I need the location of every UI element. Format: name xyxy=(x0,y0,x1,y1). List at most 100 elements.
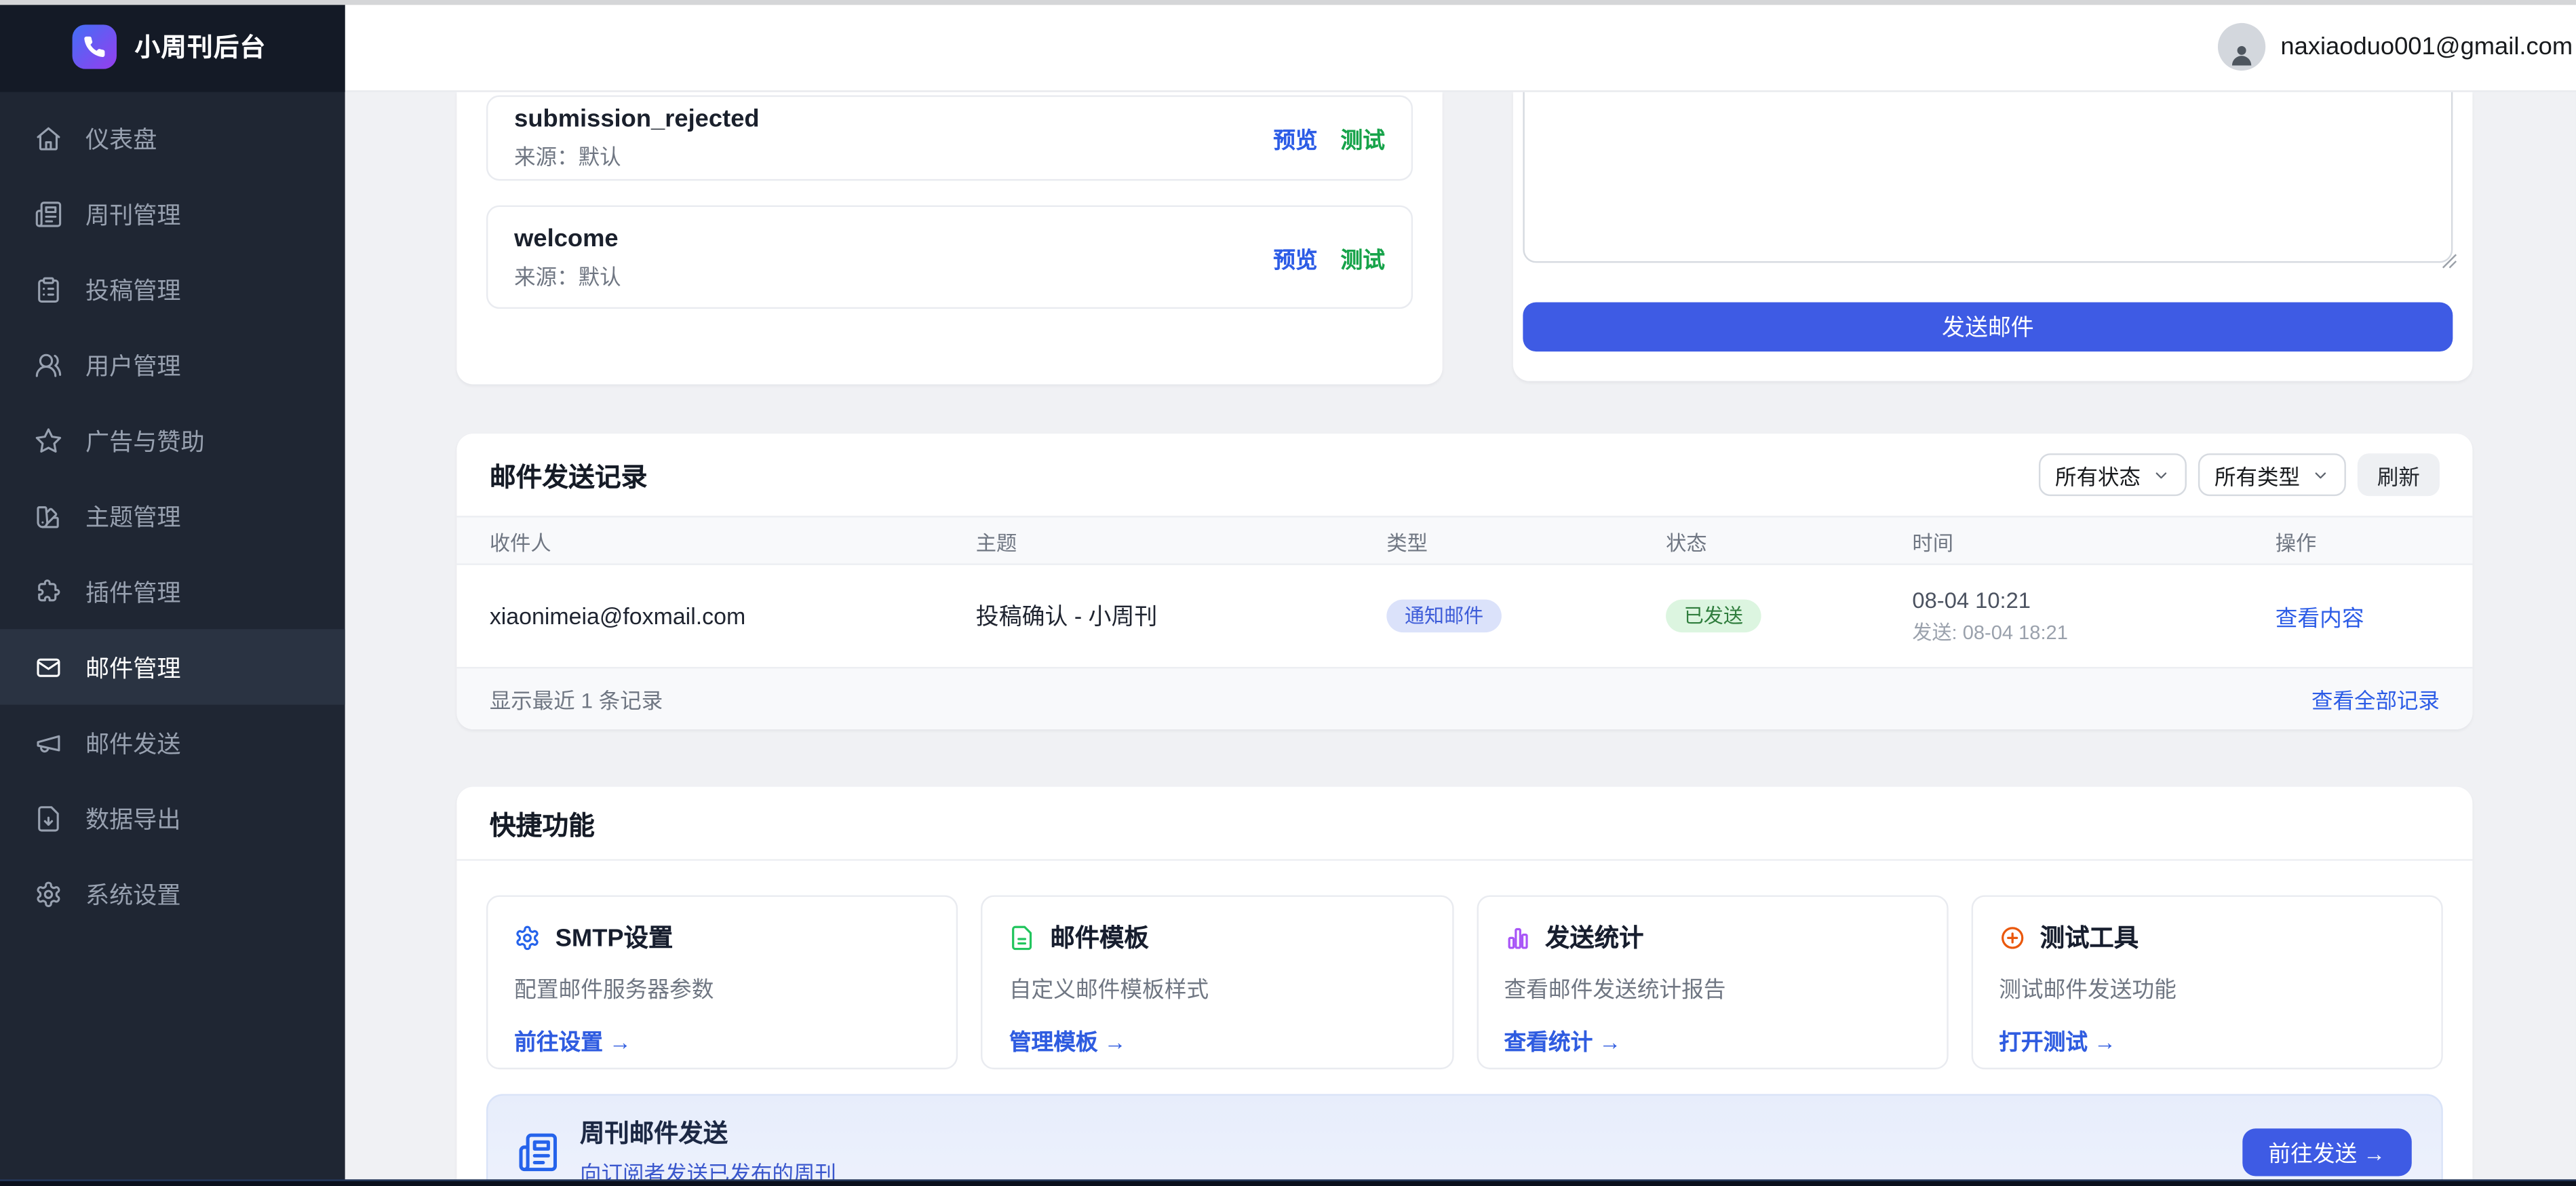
gear-icon xyxy=(514,924,541,951)
email-content-textarea[interactable] xyxy=(1523,92,2453,263)
quick-action-cards: SMTP设置 配置邮件服务器参数 前往设置 → 邮件模板 自定义邮件模板样式 管… xyxy=(486,895,2443,1069)
status-filter-select[interactable]: 所有状态 xyxy=(2039,453,2187,496)
clipboard-icon xyxy=(35,275,62,303)
template-card: submission_rejected 来源：默认 预览 测试 xyxy=(486,95,1413,180)
user-menu[interactable]: naxiaoduo001@gmail.com xyxy=(2218,0,2573,92)
sidebar-item-label: 数据导出 xyxy=(85,801,180,835)
quick-actions-header: 快捷功能 xyxy=(456,787,2472,861)
user-icon xyxy=(35,351,62,379)
type-badge: 通知邮件 xyxy=(1386,600,1502,632)
sidebar-item-weekly[interactable]: 周刊管理 xyxy=(0,176,345,251)
card-heading: 邮件模板 xyxy=(1009,920,1425,955)
resize-handle-icon[interactable] xyxy=(2441,248,2457,278)
view-all-records-link[interactable]: 查看全部记录 xyxy=(2311,683,2440,714)
mail-icon xyxy=(35,653,62,681)
avatar xyxy=(2218,22,2265,70)
template-source: 来源：默认 xyxy=(514,259,621,290)
table-header-row: 收件人 主题 类型 状态 时间 操作 xyxy=(456,516,2472,565)
template-test-link[interactable]: 测试 xyxy=(1341,241,1385,273)
type-filter-select[interactable]: 所有类型 xyxy=(2198,453,2346,496)
column-header: 状态 xyxy=(1666,525,1912,556)
weekly-send-banner: 周刊邮件发送 向订阅者发送已发布的周刊 前往发送 → xyxy=(486,1094,2443,1186)
sidebar-item-ads[interactable]: 广告与赞助 xyxy=(0,402,345,478)
card-heading: SMTP设置 xyxy=(514,920,930,955)
sidebar-item-label: 主题管理 xyxy=(85,499,180,533)
open-test-link[interactable]: 打开测试 → xyxy=(1999,1023,2116,1056)
card-heading: 发送统计 xyxy=(1504,920,1920,955)
column-header: 操作 xyxy=(2276,525,2473,556)
view-stats-link[interactable]: 查看统计 → xyxy=(1504,1023,1622,1056)
cell-recipient: xiaonimeia@foxmail.com xyxy=(490,603,976,630)
home-icon xyxy=(35,124,62,152)
manage-templates-link[interactable]: 管理模板 → xyxy=(1009,1023,1127,1056)
email-log-panel: 邮件发送记录 所有状态 所有类型 刷新 收件人 主题 类型 状态 xyxy=(456,434,2472,729)
newspaper-icon xyxy=(35,199,62,227)
sidebar-item-mail-send[interactable]: 邮件发送 xyxy=(0,705,345,780)
card-description: 查看邮件发送统计报告 xyxy=(1504,971,1920,1003)
card-description: 自定义邮件模板样式 xyxy=(1009,971,1425,1003)
template-source: 来源：默认 xyxy=(514,140,759,171)
puzzle-icon xyxy=(35,577,62,605)
sidebar-nav: 仪表盘 周刊管理 投稿管理 用户管理 广告与赞助 主题管理 xyxy=(0,92,345,932)
sidebar-item-label: 邮件发送 xyxy=(85,725,180,760)
email-log-title: 邮件发送记录 xyxy=(490,455,648,495)
view-content-link[interactable]: 查看内容 xyxy=(2276,600,2473,632)
sidebar-item-label: 投稿管理 xyxy=(85,272,180,307)
swatch-book-icon xyxy=(35,502,62,530)
template-preview-link[interactable]: 预览 xyxy=(1273,121,1317,154)
brand: 小周刊后台 xyxy=(0,0,345,92)
cell-subject: 投稿确认 - 小周刊 xyxy=(976,600,1387,632)
sidebar-item-data-export[interactable]: 数据导出 xyxy=(0,780,345,856)
window-top-edge xyxy=(0,0,2576,5)
app-title: 小周刊后台 xyxy=(135,28,267,64)
column-header: 类型 xyxy=(1386,525,1666,556)
time-detail: 发送: 08-04 18:21 xyxy=(1912,617,2275,645)
smtp-settings-link[interactable]: 前往设置 → xyxy=(514,1023,631,1056)
template-actions: 预览 测试 xyxy=(1273,121,1385,154)
user-email: naxiaoduo001@gmail.com xyxy=(2280,32,2573,60)
card-title: 发送统计 xyxy=(1545,920,1643,955)
megaphone-icon xyxy=(35,729,62,757)
template-test-link[interactable]: 测试 xyxy=(1341,121,1385,154)
app-logo xyxy=(73,24,117,68)
email-log-header: 邮件发送记录 所有状态 所有类型 刷新 xyxy=(456,434,2472,516)
sidebar-item-settings[interactable]: 系统设置 xyxy=(0,856,345,931)
refresh-button[interactable]: 刷新 xyxy=(2358,453,2440,496)
file-down-icon xyxy=(35,804,62,832)
sidebar-item-label: 插件管理 xyxy=(85,574,180,609)
time-main: 08-04 10:21 xyxy=(1912,588,2275,612)
email-log-footer: 显示最近 1 条记录 查看全部记录 xyxy=(456,667,2472,729)
email-templates-panel: submission_rejected 来源：默认 预览 测试 welcome … xyxy=(456,92,1442,385)
sidebar-item-mail-management[interactable]: 邮件管理 xyxy=(0,629,345,704)
app-window: 小周刊后台 仪表盘 周刊管理 投稿管理 用户管理 广告与赞助 xyxy=(0,0,2576,1186)
send-email-button[interactable]: 发送邮件 xyxy=(1523,302,2453,351)
quick-actions-title: 快捷功能 xyxy=(490,803,595,843)
sidebar-item-label: 仪表盘 xyxy=(85,121,157,155)
sidebar-item-themes[interactable]: 主题管理 xyxy=(0,478,345,554)
template-preview-link[interactable]: 预览 xyxy=(1273,241,1317,273)
table-row: xiaonimeia@foxmail.com 投稿确认 - 小周刊 通知邮件 已… xyxy=(456,565,2472,667)
gear-icon xyxy=(35,879,62,907)
card-description: 配置邮件服务器参数 xyxy=(514,971,930,1003)
plus-circle-icon xyxy=(1999,924,2025,951)
card-title: 测试工具 xyxy=(2040,920,2139,955)
banner-title: 周刊邮件发送 xyxy=(580,1115,836,1150)
quick-actions-panel: 快捷功能 SMTP设置 配置邮件服务器参数 前往设置 → 邮件模板 自 xyxy=(456,787,2472,1186)
file-text-icon xyxy=(1009,924,1036,951)
go-send-button[interactable]: 前往发送 → xyxy=(2242,1128,2412,1175)
sidebar-item-users[interactable]: 用户管理 xyxy=(0,327,345,402)
banner-text: 周刊邮件发送 向订阅者发送已发布的周刊 xyxy=(580,1115,836,1186)
status-filter-value: 所有状态 xyxy=(2055,459,2141,491)
chevron-down-icon xyxy=(2152,465,2170,484)
status-badge: 已发送 xyxy=(1666,600,1761,632)
template-card: welcome 来源：默认 预览 测试 xyxy=(486,206,1413,309)
sidebar-item-dashboard[interactable]: 仪表盘 xyxy=(0,100,345,176)
top-header: naxiaoduo001@gmail.com xyxy=(345,0,2576,92)
email-log-controls: 所有状态 所有类型 刷新 xyxy=(2039,453,2440,496)
sidebar-item-plugins[interactable]: 插件管理 xyxy=(0,554,345,629)
bar-chart-icon xyxy=(1504,924,1531,951)
sidebar-item-submissions[interactable]: 投稿管理 xyxy=(0,251,345,326)
template-info: submission_rejected 来源：默认 xyxy=(514,105,759,171)
template-name: welcome xyxy=(514,224,621,252)
sidebar-item-label: 广告与赞助 xyxy=(85,423,205,457)
